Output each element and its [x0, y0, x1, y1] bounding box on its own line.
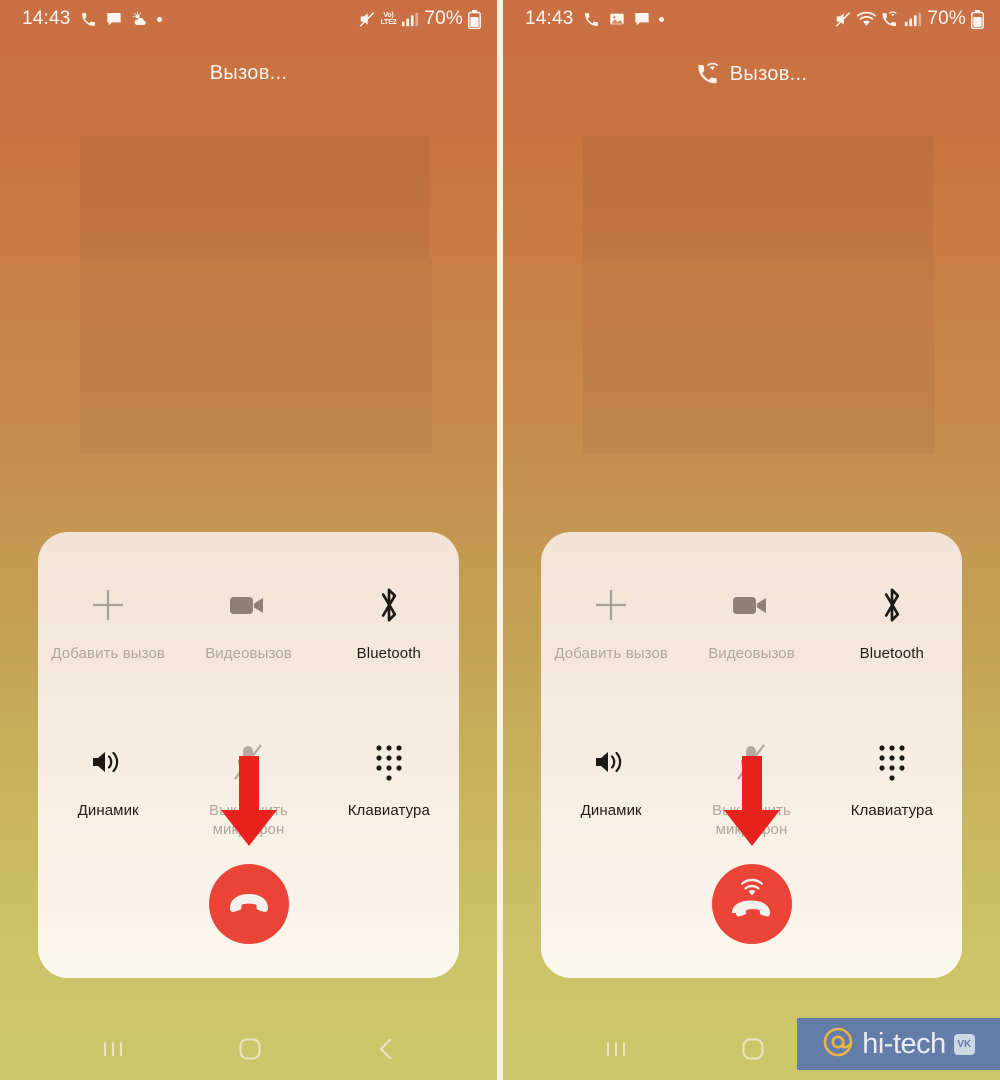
recents-icon[interactable]: [100, 1037, 126, 1066]
home-icon[interactable]: [740, 1036, 766, 1067]
redacted-contact-name: [583, 258, 935, 343]
dot-icon: [658, 16, 664, 22]
control-video-call[interactable]: Видеовызов: [681, 574, 821, 663]
dot-icon: [156, 16, 162, 22]
control-video-call[interactable]: Видеовызов: [178, 574, 318, 663]
speaker-icon: [593, 739, 629, 785]
back-icon[interactable]: [375, 1036, 397, 1067]
watermark-text: hi-tech: [862, 1027, 946, 1060]
hangup-icon: [226, 887, 272, 922]
home-icon[interactable]: [237, 1036, 263, 1067]
status-bar-left: 14:43: [22, 8, 358, 30]
annotation-arrow: [217, 756, 281, 853]
phone-icon: [583, 11, 600, 28]
battery-percent: 70%: [927, 8, 966, 29]
status-bar-right: Vo) LTE2 70%: [358, 8, 481, 30]
end-call-button[interactable]: [208, 864, 289, 944]
redacted-contact-name: [80, 258, 432, 343]
control-label: Bluetooth: [859, 645, 924, 662]
message-icon: [634, 11, 650, 27]
wifi-call-icon: [696, 62, 721, 86]
control-bluetooth[interactable]: Bluetooth: [822, 574, 962, 663]
add-call-icon: [591, 582, 631, 628]
bluetooth-icon: [877, 582, 907, 628]
call-status-title: Вызов...: [209, 62, 288, 84]
mute-icon: [834, 10, 852, 28]
navigation-bar: [0, 1022, 497, 1080]
end-call-button[interactable]: [711, 864, 792, 944]
wifi-call-icon: [881, 11, 899, 28]
control-label: Клавиатура: [347, 802, 430, 819]
phone-screen-right: 14:43 70% Вызов... Добавить вызов Видеов…: [503, 0, 1000, 1080]
control-bluetooth[interactable]: Bluetooth: [319, 574, 459, 663]
status-bar: 14:43: [0, 0, 497, 38]
add-call-icon: [88, 582, 128, 628]
volte-bottom-label: LTE2: [380, 19, 397, 26]
phone-icon: [80, 11, 97, 28]
control-speaker[interactable]: Динамик: [38, 731, 178, 839]
control-label: Динамик: [77, 802, 139, 819]
signal-icon: [904, 11, 922, 27]
call-status-header: Вызов...: [0, 62, 497, 85]
control-label: Клавиатура: [850, 802, 933, 819]
mute-icon: [358, 10, 376, 28]
video-call-icon: [228, 582, 268, 628]
status-time: 14:43: [22, 8, 71, 29]
redacted-contact-photo: [583, 136, 933, 258]
vk-badge: VK: [953, 1033, 975, 1055]
controls-row-1: Добавить вызов Видеовызов Bluetooth: [541, 574, 962, 663]
control-speaker[interactable]: Динамик: [541, 731, 681, 839]
image-icon: [609, 11, 625, 27]
keypad-icon: [875, 739, 909, 785]
volte-top-label: Vo): [383, 11, 394, 19]
status-bar-left: 14:43: [525, 8, 834, 30]
video-call-icon: [731, 582, 771, 628]
watermark: hi-tech VK: [797, 1018, 1000, 1070]
battery-percent: 70%: [424, 8, 463, 29]
status-bar-right: 70%: [834, 8, 984, 30]
message-icon: [106, 11, 122, 27]
status-time: 14:43: [525, 8, 574, 29]
controls-row-1: Добавить вызов Видеовызов Bluetooth: [38, 574, 459, 663]
phone-screen-left: 14:43 Vo) LTE2 70% Вызов... Добавить выз…: [0, 0, 497, 1080]
control-label: Bluetooth: [356, 645, 421, 662]
control-add-call[interactable]: Добавить вызов: [541, 574, 681, 663]
volte-icon: Vo) LTE2: [381, 12, 397, 27]
hangup-wifi-icon: [728, 878, 776, 931]
bluetooth-icon: [374, 582, 404, 628]
at-icon: [822, 1026, 854, 1063]
battery-icon: [468, 9, 481, 29]
speaker-icon: [90, 739, 126, 785]
control-label: Добавить вызов: [51, 645, 165, 662]
keypad-icon: [372, 739, 406, 785]
redacted-contact-photo: [80, 136, 430, 258]
control-add-call[interactable]: Добавить вызов: [38, 574, 178, 663]
status-bar: 14:43: [503, 0, 1000, 38]
weather-icon: [131, 11, 148, 27]
screenshot-comparison: 14:43 Vo) LTE2 70% Вызов... Добавить выз…: [0, 0, 1000, 1080]
wifi-icon: [857, 11, 877, 28]
control-label: Видеовызов: [708, 645, 795, 662]
control-label: Динамик: [580, 802, 642, 819]
control-keypad[interactable]: Клавиатура: [822, 731, 962, 839]
signal-icon: [401, 11, 419, 27]
control-label: Видеовызов: [205, 645, 292, 662]
control-label: Добавить вызов: [554, 645, 668, 662]
redacted-contact-number: [583, 343, 935, 453]
control-keypad[interactable]: Клавиатура: [319, 731, 459, 839]
redacted-contact-number: [80, 343, 432, 453]
annotation-arrow: [720, 756, 784, 853]
call-status-header: Вызов...: [503, 62, 1000, 86]
battery-icon: [971, 9, 984, 29]
recents-icon[interactable]: [603, 1037, 629, 1066]
call-status-title: Вызов...: [729, 62, 808, 85]
